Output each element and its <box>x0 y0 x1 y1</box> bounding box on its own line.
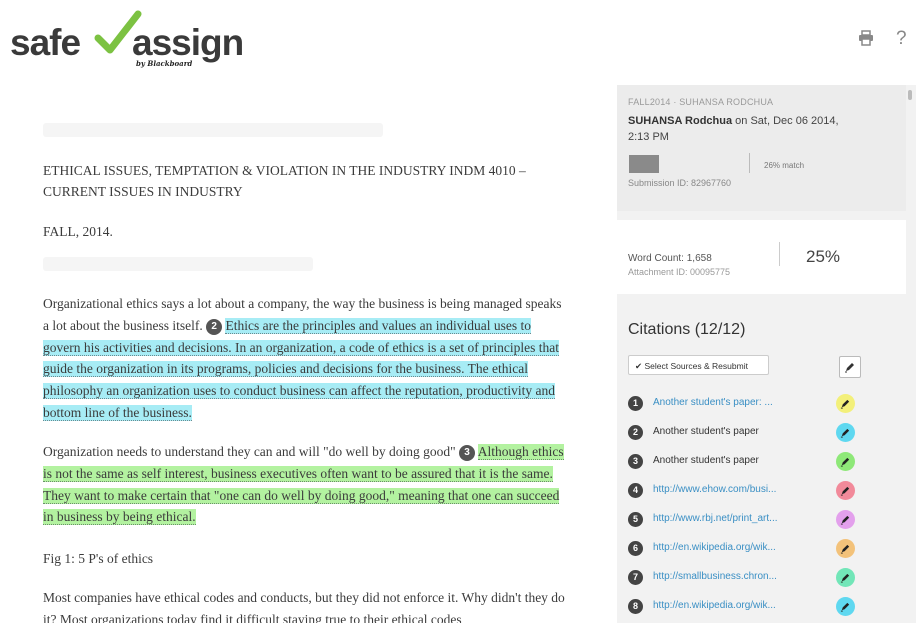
match-color-swatch <box>629 155 659 173</box>
citation-source-label: Another student's paper <box>653 426 759 437</box>
paragraph-1: Organizational ethics says a lot about a… <box>43 293 570 424</box>
paragraph-text: Organization needs to understand they ca… <box>43 444 456 459</box>
citation-badge[interactable]: 3 <box>459 445 476 461</box>
paragraph-3: Most companies have ethical codes and co… <box>43 590 565 623</box>
submission-match-percent: 26% match <box>764 161 805 170</box>
highlight-toggle-button[interactable] <box>839 356 861 378</box>
citation-item[interactable]: 2 Another student's paper <box>628 423 858 443</box>
citation-number: 2 <box>628 425 643 440</box>
redacted-line <box>43 123 383 137</box>
highlight-color-toggle[interactable] <box>836 394 855 413</box>
citation-source-label: Another student's paper <box>653 455 759 466</box>
citation-item[interactable]: 6 http://en.wikipedia.org/wik... <box>628 539 858 559</box>
print-button[interactable] <box>858 30 874 51</box>
document-title: ETHICAL ISSUES, TEMPTATION & VIOLATION I… <box>43 163 526 199</box>
highlighter-icon <box>840 602 850 612</box>
citation-item[interactable]: 8 http://en.wikipedia.org/wik... <box>628 597 858 617</box>
citation-source-link[interactable]: http://en.wikipedia.org/wik... <box>653 600 776 611</box>
attachment-info: Word Count: 1,658 Attachment ID: 0009577… <box>617 220 906 294</box>
highlight-color-toggle[interactable] <box>836 423 855 442</box>
paragraph-2: Organization needs to understand they ca… <box>43 441 570 528</box>
attachment-id: Attachment ID: 00095775 <box>628 267 731 277</box>
safeassign-logo: safe assign by Blackboard <box>10 8 244 72</box>
highlight-color-toggle[interactable] <box>836 481 855 500</box>
citation-number: 1 <box>628 396 643 411</box>
highlighter-icon <box>840 457 850 467</box>
citation-source-link[interactable]: http://www.ehow.com/busi... <box>653 484 776 495</box>
figure-caption: Fig 1: 5 P's of ethics <box>43 551 154 566</box>
scrollbar-handle[interactable] <box>908 90 912 100</box>
divider <box>779 242 780 266</box>
citation-number: 4 <box>628 483 643 498</box>
logo-text-assign: assign <box>132 22 244 63</box>
citation-number: 8 <box>628 599 643 614</box>
help-button[interactable]: ? <box>896 28 907 50</box>
report-sidebar: FALL2014 · SUHANSA RODCHUA SUHANSA Rodch… <box>617 85 916 623</box>
highlight-color-toggle[interactable] <box>836 539 855 558</box>
submission-info: FALL2014 · SUHANSA RODCHUA SUHANSA Rodch… <box>617 85 906 211</box>
citation-item[interactable]: 4 http://www.ehow.com/busi... <box>628 481 858 501</box>
match-percent: 25% <box>806 247 841 266</box>
citation-source-link[interactable]: Another student's paper: ... <box>653 397 773 408</box>
logo-by-blackboard: by Blackboard <box>136 59 193 68</box>
document-term: FALL, 2014. <box>43 224 113 239</box>
citation-item[interactable]: 7 http://smallbusiness.chron... <box>628 568 858 588</box>
citation-source-link[interactable]: http://smallbusiness.chron... <box>653 571 777 582</box>
highlight-color-toggle[interactable] <box>836 597 855 616</box>
document-viewer: ETHICAL ISSUES, TEMPTATION & VIOLATION I… <box>0 85 600 623</box>
citation-badge[interactable]: 2 <box>206 318 223 335</box>
highlighter-icon <box>840 515 850 525</box>
citation-number: 3 <box>628 454 643 469</box>
word-count: Word Count: 1,658 <box>628 253 712 264</box>
citation-source-link[interactable]: http://en.wikipedia.org/wik... <box>653 542 776 553</box>
citation-item[interactable]: 1 Another student's paper: ... <box>628 394 858 414</box>
highlighter-icon <box>845 363 854 373</box>
citation-source-link[interactable]: http://www.rbj.net/print_art... <box>653 513 778 524</box>
divider <box>749 153 750 173</box>
citation-number: 6 <box>628 541 643 556</box>
citation-number: 5 <box>628 512 643 527</box>
highlight-color-toggle[interactable] <box>836 568 855 587</box>
highlight-color-toggle[interactable] <box>836 510 855 529</box>
highlighter-icon <box>840 573 850 583</box>
citation-item[interactable]: 3 Another student's paper <box>628 452 858 472</box>
highlighter-icon <box>840 544 850 554</box>
highlighter-icon <box>840 428 850 438</box>
highlight-color-toggle[interactable] <box>836 452 855 471</box>
citation-number: 7 <box>628 570 643 585</box>
highlighter-icon <box>840 399 850 409</box>
select-sources-resubmit-button[interactable]: ✔ Select Sources & Resubmit <box>628 355 769 375</box>
submission-author: SUHANSA Rodchua <box>628 115 733 127</box>
submission-course-meta: FALL2014 · SUHANSA RODCHUA <box>628 97 774 107</box>
highlighter-icon <box>840 486 850 496</box>
citations-title: Citations (12/12) <box>628 321 746 338</box>
printer-icon <box>859 30 873 46</box>
citation-item[interactable]: 5 http://www.rbj.net/print_art... <box>628 510 858 530</box>
logo-text-safe: safe <box>10 22 81 63</box>
matched-text-highlight[interactable]: Ethics are the principles and values an … <box>43 317 559 421</box>
redacted-line <box>43 257 313 271</box>
submission-id: Submission ID: 82967760 <box>628 178 732 188</box>
submission-author-line: SUHANSA Rodchua on Sat, Dec 06 2014, 2:1… <box>628 113 858 145</box>
